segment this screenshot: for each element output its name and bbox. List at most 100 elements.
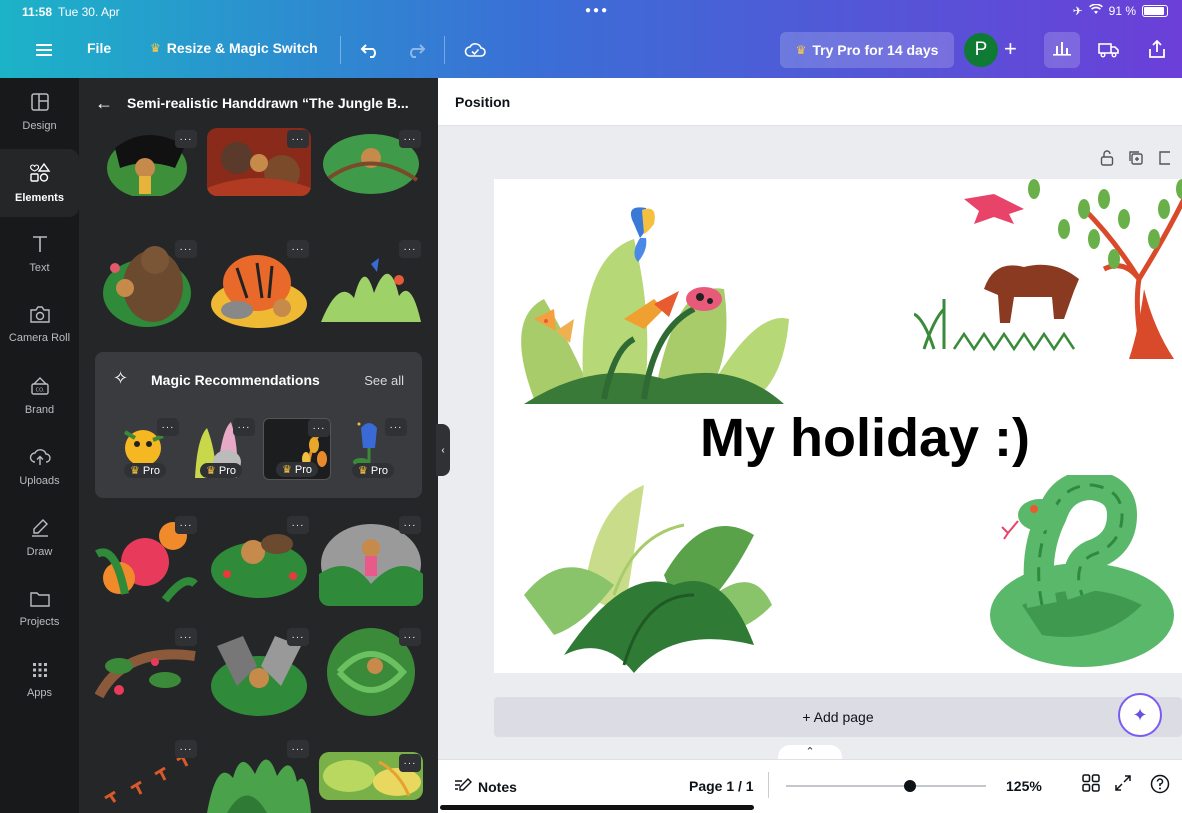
collapse-panel-button[interactable]: ‹: [436, 424, 450, 476]
cloud-upload-icon: [29, 448, 51, 469]
more-options-button[interactable]: ···: [175, 740, 197, 758]
more-options-button[interactable]: ···: [287, 240, 309, 258]
camera-icon: [29, 306, 50, 326]
element-thumbnail[interactable]: ···: [319, 514, 423, 606]
more-options-button[interactable]: ···: [399, 516, 421, 534]
rail-item-label: Apps: [26, 686, 53, 699]
crown-icon: ♛: [130, 465, 140, 477]
rail-item-design[interactable]: Design: [0, 78, 79, 146]
element-thumbnail[interactable]: ···: [95, 626, 199, 718]
element-thumbnail[interactable]: ···: [95, 128, 199, 196]
multitask-dots-icon[interactable]: ●●●: [585, 5, 609, 16]
more-options-button[interactable]: ···: [287, 628, 309, 646]
more-options-button[interactable]: ···: [399, 130, 421, 148]
grid-view-icon[interactable]: [1082, 774, 1100, 795]
file-menu-button[interactable]: File: [87, 40, 111, 56]
more-options-button[interactable]: ···: [308, 419, 330, 437]
undo-icon[interactable]: [358, 38, 382, 62]
apps-grid-icon: [32, 662, 48, 681]
more-options-button[interactable]: ···: [175, 516, 197, 534]
home-indicator[interactable]: [440, 805, 754, 810]
rail-item-camera-roll[interactable]: Camera Roll: [0, 291, 79, 359]
more-options-button[interactable]: ···: [233, 418, 255, 436]
insights-button[interactable]: [1044, 32, 1080, 68]
rail-item-elements[interactable]: Elements: [0, 149, 79, 217]
notes-button[interactable]: Notes: [454, 778, 517, 795]
zoom-slider[interactable]: [786, 780, 986, 792]
design-page[interactable]: My holiday :): [494, 179, 1182, 673]
element-thumbnail[interactable]: ···: [319, 626, 423, 718]
magic-assistant-button[interactable]: ✦: [1118, 693, 1162, 737]
status-time: 11:58: [22, 5, 53, 19]
add-page-button[interactable]: + Add page: [494, 697, 1182, 737]
fullscreen-icon[interactable]: [1114, 774, 1132, 795]
more-options-button[interactable]: ···: [287, 130, 309, 148]
element-thumbnail[interactable]: ···: [207, 626, 311, 718]
element-thumbnail[interactable]: ···: [207, 514, 311, 606]
more-options-button[interactable]: ···: [157, 418, 179, 436]
left-rail: Design Elements Text Camera Roll CO. Bra…: [0, 78, 79, 813]
more-options-button[interactable]: ···: [175, 130, 197, 148]
rail-item-text[interactable]: Text: [0, 220, 79, 288]
element-thumbnail[interactable]: ···: [95, 738, 199, 813]
more-options-button[interactable]: ···: [287, 516, 309, 534]
duplicate-page-icon[interactable]: [1128, 150, 1144, 169]
page-title[interactable]: My holiday :): [700, 407, 1030, 469]
jungle-plants-butterflies-illustration[interactable]: [504, 199, 794, 404]
bottom-divider: [768, 772, 769, 798]
avatar[interactable]: P: [964, 33, 998, 67]
pro-badge-label: Pro: [370, 465, 388, 477]
tree-and-animal-illustration[interactable]: [914, 179, 1182, 359]
element-thumbnail[interactable]: ···: [207, 738, 311, 813]
pro-badge-label: Pro: [218, 465, 236, 477]
resize-magic-switch-button[interactable]: ♛ Resize & Magic Switch: [150, 40, 318, 56]
rail-item-apps[interactable]: Apps: [0, 646, 79, 714]
rail-item-draw[interactable]: Draw: [0, 504, 79, 572]
recommendation-thumbnail[interactable]: ··· ♛ Pro: [263, 418, 331, 480]
element-thumbnail[interactable]: ···: [95, 238, 199, 330]
panel-title: Semi-realistic Handdrawn “The Jungle B..…: [127, 95, 409, 111]
canvas-area: Position My holiday:) + Add page ✦ ⌃ No…: [438, 78, 1182, 813]
more-options-button[interactable]: ···: [175, 240, 197, 258]
fern-foliage-illustration[interactable]: [524, 475, 774, 673]
bar-chart-icon: [1053, 40, 1071, 61]
recommendation-thumbnail[interactable]: ··· ♛ Pro: [339, 418, 407, 480]
crown-icon: ♛: [358, 465, 368, 477]
recommendation-thumbnail[interactable]: ··· ♛ Pro: [111, 418, 179, 480]
more-options-button[interactable]: ···: [399, 628, 421, 646]
rail-item-brand[interactable]: CO. Brand: [0, 362, 79, 430]
page-indicator[interactable]: Page 1 / 1: [689, 778, 754, 794]
position-button[interactable]: Position: [455, 94, 510, 110]
help-icon[interactable]: [1150, 774, 1170, 797]
redo-icon[interactable]: [404, 38, 428, 62]
more-options-button[interactable]: ···: [287, 740, 309, 758]
element-thumbnail[interactable]: ···: [207, 238, 311, 330]
more-options-button[interactable]: ···: [385, 418, 407, 436]
element-thumbnail[interactable]: ···: [319, 128, 423, 196]
element-thumbnail[interactable]: ···: [207, 128, 311, 196]
zoom-slider-knob[interactable]: [904, 780, 916, 792]
zoom-level[interactable]: 125%: [1006, 778, 1042, 794]
print-delivery-icon[interactable]: [1096, 38, 1122, 62]
cloud-saved-icon[interactable]: [462, 38, 488, 62]
magic-recommendations: ✧ Magic Recommendations See all ··· ♛ Pro…: [95, 352, 422, 498]
snake-illustration[interactable]: [982, 475, 1182, 673]
more-options-button[interactable]: ···: [175, 628, 197, 646]
back-arrow-icon[interactable]: ←: [95, 93, 113, 114]
try-pro-button[interactable]: ♛ Try Pro for 14 days: [780, 32, 954, 68]
see-all-link[interactable]: See all: [364, 373, 404, 388]
add-page-icon[interactable]: [1158, 150, 1170, 169]
unlock-icon[interactable]: [1100, 150, 1114, 169]
rail-item-uploads[interactable]: Uploads: [0, 433, 79, 501]
rail-item-projects[interactable]: Projects: [0, 575, 79, 643]
menu-icon[interactable]: [34, 36, 54, 64]
element-thumbnail[interactable]: ···: [319, 752, 423, 800]
add-collaborator-button[interactable]: +: [1004, 36, 1017, 62]
more-options-button[interactable]: ···: [399, 754, 421, 772]
share-icon[interactable]: [1144, 36, 1170, 62]
more-options-button[interactable]: ···: [399, 240, 421, 258]
recommendation-thumbnail[interactable]: ··· ♛ Pro: [187, 418, 255, 480]
rail-item-label: Draw: [26, 545, 53, 558]
element-thumbnail[interactable]: ···: [319, 238, 423, 330]
element-thumbnail[interactable]: ···: [95, 514, 199, 606]
